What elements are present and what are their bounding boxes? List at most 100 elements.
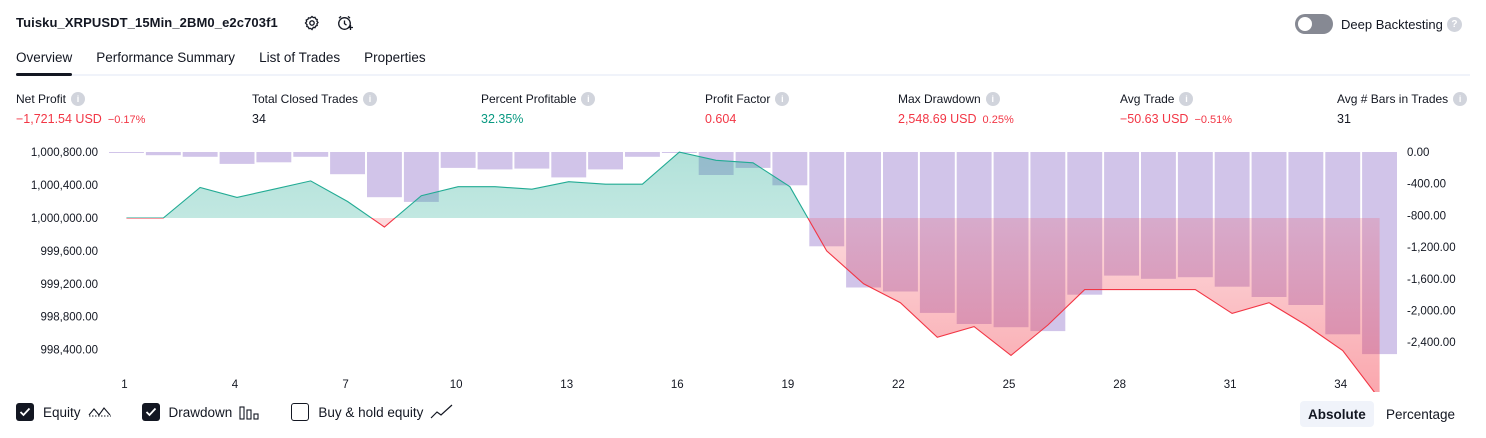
y-tick-left: 1,000,000.00 xyxy=(31,213,98,225)
x-tick: 13 xyxy=(560,379,573,391)
tab-overview[interactable]: Overview xyxy=(16,46,73,76)
metric-value: −50.63 USD xyxy=(1120,112,1189,126)
metric-label: Profit Factor xyxy=(705,92,771,106)
info-icon[interactable]: i xyxy=(775,92,790,106)
gear-icon[interactable] xyxy=(301,12,323,34)
y-tick-left: 1,000,400.00 xyxy=(31,180,98,192)
y-tick-right: 0.00 xyxy=(1407,147,1429,159)
metric-avg-bars-in-trades: Avg # Bars in Trades i 31 xyxy=(1337,92,1468,126)
y-tick-left: 999,200.00 xyxy=(40,279,98,291)
y-tick-left: 998,400.00 xyxy=(40,345,98,357)
deep-backtesting-label: Deep Backtesting xyxy=(1341,16,1443,32)
drawdown-bar xyxy=(109,152,144,153)
y-axis-left: 1,000,800.00 1,000,400.00 1,000,000.00 999,… xyxy=(31,147,98,357)
y-tick-left: 1,000,800.00 xyxy=(31,147,98,159)
y-tick-right: -1,600.00 xyxy=(1407,274,1456,286)
y-tick-right: -1,200.00 xyxy=(1407,242,1456,254)
add-alert-icon[interactable] xyxy=(334,12,356,34)
metric-label: Percent Profitable xyxy=(481,92,577,106)
y-tick-right: -2,000.00 xyxy=(1407,306,1456,318)
percentage-mode-button[interactable]: Percentage xyxy=(1378,401,1463,427)
x-tick: 31 xyxy=(1224,379,1237,391)
tab-list-of-trades[interactable]: List of Trades xyxy=(259,46,340,76)
report-header: Tuisku_XRPUSDT_15Min_2BM0_e2c703f1 Deep … xyxy=(0,0,1486,46)
y-tick-left: 999,600.00 xyxy=(40,246,98,258)
metric-value: 0.604 xyxy=(705,112,737,126)
info-icon[interactable]: i xyxy=(581,92,596,106)
metric-percent: −0.17% xyxy=(107,114,146,126)
legend-label: Drawdown xyxy=(168,404,233,420)
y-tick-right: -800.00 xyxy=(1407,210,1446,222)
metric-label: Total Closed Trades xyxy=(252,92,359,106)
metric-value: 31 xyxy=(1337,112,1351,126)
y-axis-right: 0.00 -400.00 -800.00 -1,200.00 -1,600.00 -2,0… xyxy=(1407,147,1456,349)
metric-total-closed-trades: Total Closed Trades i 34 xyxy=(252,92,378,126)
legend-equity[interactable]: Equity xyxy=(16,403,112,421)
equity-drawdown-chart[interactable]: 1,000,800.00 1,000,400.00 1,000,000.00 999,… xyxy=(0,140,1486,392)
help-icon[interactable]: ? xyxy=(1446,16,1462,32)
metric-label: Avg Trade xyxy=(1120,92,1175,106)
metric-net-profit: Net Profit i −1,721.54 USD −0.17% xyxy=(16,92,145,126)
metric-value: 2,548.69 USD xyxy=(898,112,977,126)
buy-hold-line-icon xyxy=(430,404,454,420)
drawdown-bar xyxy=(293,152,329,157)
legend-label: Buy & hold equity xyxy=(318,404,424,420)
deep-backtesting-toggle[interactable]: Deep Backtesting ? xyxy=(1295,14,1462,34)
drawdown-bar xyxy=(367,152,402,198)
legend-drawdown[interactable]: Drawdown xyxy=(141,403,262,421)
tab-properties[interactable]: Properties xyxy=(364,46,426,76)
drawdown-bar xyxy=(440,152,476,168)
drawdown-bar xyxy=(551,152,587,178)
drawdown-bar xyxy=(145,152,181,156)
tab-performance-summary[interactable]: Performance Summary xyxy=(96,46,235,76)
metric-avg-trade: Avg Trade i −50.63 USD −0.51% xyxy=(1120,92,1232,126)
y-tick-right: -2,400.00 xyxy=(1407,337,1456,349)
drawdown-bar xyxy=(588,152,623,170)
y-tick-right: -400.00 xyxy=(1407,179,1446,191)
drawdown-bar xyxy=(182,152,218,157)
info-icon[interactable]: i xyxy=(1453,92,1468,106)
legend-label: Equity xyxy=(43,404,81,420)
metric-max-drawdown: Max Drawdown i 2,548.69 USD 0.25% xyxy=(898,92,1014,126)
x-tick: 10 xyxy=(450,379,463,391)
x-axis: 1 4 7 10 13 16 19 22 25 28 31 34 xyxy=(121,379,1348,391)
x-tick: 7 xyxy=(342,379,348,391)
drawdown-bar xyxy=(219,152,255,164)
info-icon[interactable]: i xyxy=(1179,92,1194,106)
absolute-mode-button[interactable]: Absolute xyxy=(1300,401,1374,427)
x-tick: 4 xyxy=(232,379,239,391)
info-icon[interactable]: i xyxy=(985,92,1000,106)
drawdown-bar xyxy=(625,152,660,157)
buy-hold-checkbox[interactable] xyxy=(291,403,310,421)
drawdown-bar xyxy=(256,152,292,163)
x-tick: 28 xyxy=(1113,379,1126,391)
drawdown-checkbox[interactable] xyxy=(141,403,160,421)
metric-value: −1,721.54 USD xyxy=(16,112,102,126)
metrics-row: Net Profit i −1,721.54 USD −0.17% Total Cl… xyxy=(0,92,1486,132)
x-tick: 22 xyxy=(892,379,905,391)
drawdown-bar xyxy=(330,152,365,175)
y-tick-left: 998,800.00 xyxy=(40,312,98,324)
drawdown-bar xyxy=(477,152,513,170)
equity-checkbox[interactable] xyxy=(16,403,34,421)
x-tick: 16 xyxy=(671,379,684,391)
metric-label: Max Drawdown xyxy=(898,92,981,106)
chart-legend: Equity Drawdown Buy & hold equity xyxy=(16,403,484,421)
info-icon[interactable]: i xyxy=(71,92,86,106)
metric-percent-profitable: Percent Profitable i 32.35% xyxy=(481,92,596,126)
strategy-title: Tuisku_XRPUSDT_15Min_2BM0_e2c703f1 xyxy=(16,15,278,30)
legend-buy-hold-equity[interactable]: Buy & hold equity xyxy=(291,403,454,421)
info-icon[interactable]: i xyxy=(363,92,378,106)
toggle-knob xyxy=(1298,17,1312,31)
report-tabs: Overview Performance Summary List of Tra… xyxy=(16,46,450,76)
x-tick: 19 xyxy=(782,379,795,391)
metric-value: 32.35% xyxy=(481,112,524,126)
metric-percent: 0.25% xyxy=(982,114,1014,126)
x-tick: 1 xyxy=(121,379,127,391)
x-tick: 34 xyxy=(1334,379,1347,391)
x-tick: 25 xyxy=(1003,379,1016,391)
drawdown-bars-icon xyxy=(239,404,261,420)
toggle-switch[interactable] xyxy=(1295,14,1333,34)
equity-line-icon xyxy=(88,404,112,420)
metric-label: Net Profit xyxy=(16,92,67,106)
